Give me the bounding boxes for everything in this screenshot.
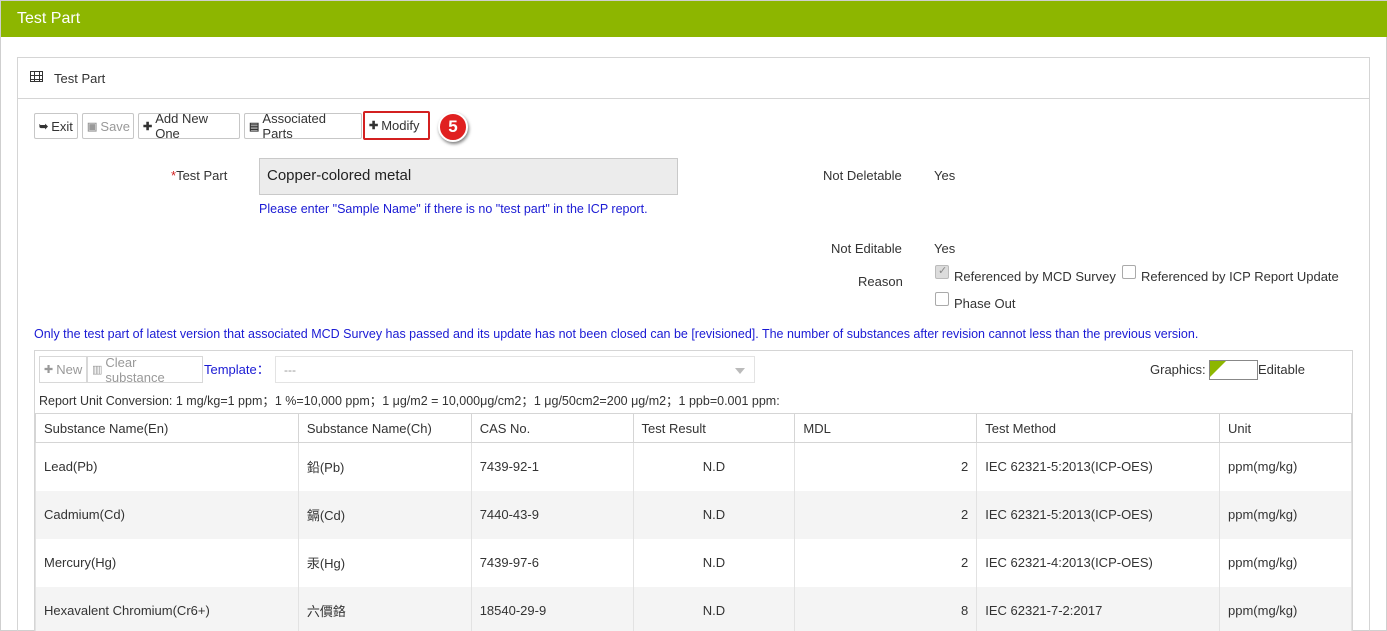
table-cell: IEC 62321-5:2013(ICP-OES) — [976, 490, 1221, 539]
exit-button[interactable]: ➥ Exit — [34, 113, 78, 139]
template-value: --- — [284, 363, 296, 377]
table-cell: 8 — [794, 586, 978, 631]
table-row[interactable]: Cadmium(Cd) 鎘(Cd) 7440-43-9 N.D 2 IEC 62… — [35, 490, 1352, 539]
reason-label: Reason — [858, 274, 903, 289]
graphics-label: Graphics: — [1150, 362, 1206, 377]
modify-button[interactable]: ✚ Modify — [363, 111, 430, 140]
substance-table: Substance Name(En) Substance Name(Ch) CA… — [35, 413, 1352, 631]
table-cell: ppm(mg/kg) — [1219, 490, 1352, 539]
table-cell: 7440-43-9 — [470, 490, 634, 539]
panel-title: Test Part — [54, 71, 106, 86]
table-cell: Lead(Pb) — [35, 442, 299, 491]
table-cell: 汞(Hg) — [297, 538, 472, 587]
modify-label: Modify — [381, 118, 420, 133]
step-marker-badge: 5 — [438, 112, 468, 142]
table-cell: ppm(mg/kg) — [1219, 442, 1352, 491]
editable-legend-swatch — [1209, 360, 1258, 380]
not-editable-label: Not Editable — [831, 241, 902, 256]
exit-label: Exit — [51, 118, 73, 134]
column-header[interactable]: Substance Name(Ch) — [297, 413, 472, 443]
table-cell: 2 — [794, 442, 978, 491]
associated-parts-label: Associated Parts — [262, 111, 326, 141]
column-header[interactable]: Test Method — [976, 413, 1221, 443]
new-substance-label: New — [56, 362, 83, 377]
not-editable-value: Yes — [934, 241, 956, 256]
plus-icon: ✚ — [44, 364, 54, 376]
table-cell: Cadmium(Cd) — [35, 490, 299, 539]
column-header[interactable]: Test Result — [632, 413, 796, 443]
reason-phase-out-checkbox[interactable] — [935, 292, 949, 306]
not-deletable-label: Not Deletable — [823, 168, 902, 183]
reason-mcd-survey-checkbox[interactable] — [935, 264, 949, 279]
reason-icp-report-checkbox[interactable] — [1122, 265, 1136, 279]
test-part-label: *Test Part — [171, 168, 228, 183]
document-icon: ▤ — [249, 120, 260, 133]
template-label: Template： — [204, 362, 270, 377]
table-cell: Hexavalent Chromium(Cr6+) — [35, 586, 299, 631]
plus-icon: ✚ — [369, 120, 379, 132]
clear-substance-label: Clear substance — [105, 354, 165, 385]
associated-parts-button[interactable]: ▤ Associated Parts — [244, 111, 362, 141]
table-cell: 鉛(Pb) — [297, 442, 472, 491]
test-part-hint: Please enter "Sample Name" if there is n… — [259, 202, 648, 216]
column-header[interactable]: CAS No. — [470, 413, 634, 443]
table-cell: 鎘(Cd) — [297, 490, 472, 539]
unit-conversion-text: Report Unit Conversion: 1 mg/kg=1 ppm；1 … — [39, 394, 780, 408]
clear-substance-button[interactable]: ▥ Clear substance — [87, 354, 203, 385]
save-label: Save — [100, 118, 131, 134]
table-cell: IEC 62321-5:2013(ICP-OES) — [976, 442, 1221, 491]
column-header[interactable]: Unit — [1219, 413, 1352, 443]
table-cell: ppm(mg/kg) — [1219, 538, 1352, 587]
new-substance-button[interactable]: ✚ New — [39, 356, 87, 383]
table-cell: N.D — [632, 490, 796, 539]
revision-notice: Only the test part of latest version tha… — [34, 327, 1199, 341]
not-deletable-value: Yes — [934, 168, 956, 183]
save-button[interactable]: ▣ Save — [82, 113, 134, 139]
floppy-disk-icon: ▣ — [87, 120, 98, 133]
table-cell: 2 — [794, 490, 978, 539]
table-cell: Mercury(Hg) — [35, 538, 299, 587]
table-cell: 7439-97-6 — [470, 538, 634, 587]
table-cell: ppm(mg/kg) — [1219, 586, 1352, 631]
reason-mcd-survey-label: Referenced by MCD Survey — [954, 269, 1116, 284]
table-cell: 18540-29-9 — [470, 586, 634, 631]
table-cell: N.D — [632, 586, 796, 631]
exit-icon: ➥ — [39, 120, 49, 133]
trash-icon: ▥ — [92, 364, 103, 376]
column-header[interactable]: MDL — [794, 413, 978, 443]
table-cell: N.D — [632, 538, 796, 587]
table-row[interactable]: Hexavalent Chromium(Cr6+) 六價鉻 18540-29-9… — [35, 586, 1352, 631]
table-cell: 7439-92-1 — [470, 442, 634, 491]
reason-phase-out-label: Phase Out — [954, 296, 1016, 311]
table-icon — [30, 71, 43, 82]
editable-legend-label: Editable — [1258, 362, 1305, 377]
add-new-button[interactable]: ✚ Add New One — [138, 111, 240, 141]
table-row[interactable]: Mercury(Hg) 汞(Hg) 7439-97-6 N.D 2 IEC 62… — [35, 538, 1352, 587]
top-header-bar: Test Part — [1, 1, 1387, 37]
reason-icp-report-label: Referenced by ICP Report Update — [1141, 269, 1339, 284]
chevron-down-icon — [735, 368, 745, 374]
table-cell: IEC 62321-7-2:2017 — [976, 586, 1221, 631]
column-header[interactable]: Substance Name(En) — [35, 413, 299, 443]
plus-icon: ✚ — [143, 120, 153, 133]
table-header-row: Substance Name(En) Substance Name(Ch) CA… — [35, 413, 1352, 443]
panel-header: Test Part — [18, 58, 1369, 99]
page-title: Test Part — [17, 10, 81, 27]
table-cell: N.D — [632, 442, 796, 491]
test-part-input[interactable]: Copper-colored metal — [259, 158, 678, 195]
table-cell: 2 — [794, 538, 978, 587]
table-cell: 六價鉻 — [297, 586, 472, 631]
add-new-label: Add New One — [155, 111, 208, 141]
table-cell: IEC 62321-4:2013(ICP-OES) — [976, 538, 1221, 587]
table-row[interactable]: Lead(Pb) 鉛(Pb) 7439-92-1 N.D 2 IEC 62321… — [35, 442, 1352, 491]
template-select[interactable]: --- — [275, 356, 755, 383]
